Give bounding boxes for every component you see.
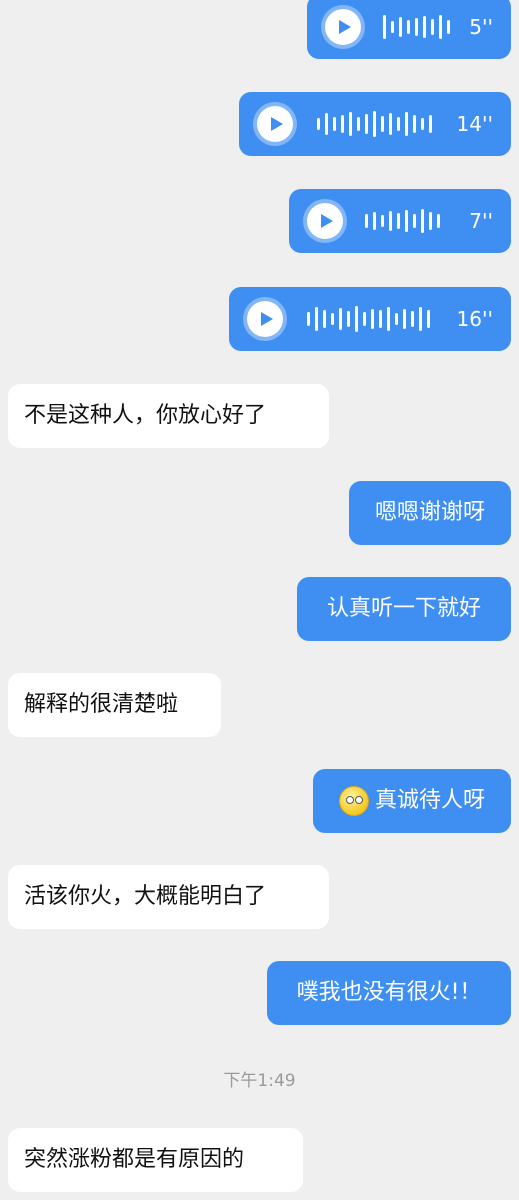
chat-thread: 5'' 14'' 7'' 16'' 不是这种人，你放心好了 嗯嗯谢谢呀 认真听一… — [0, 0, 519, 1200]
waveform — [383, 0, 450, 59]
voice-duration: 14'' — [456, 112, 493, 136]
outgoing-message[interactable]: 嗯嗯谢谢呀 — [349, 481, 511, 545]
play-icon[interactable] — [325, 9, 361, 45]
rolling-eyes-emoji-icon — [338, 786, 369, 816]
message-text: 噗我也没有很火!！ — [296, 980, 482, 1005]
play-icon[interactable] — [307, 203, 343, 239]
message-text: 不是这种人，你放心好了 — [24, 403, 267, 428]
voice-duration: 7'' — [469, 209, 493, 233]
play-icon[interactable] — [257, 106, 293, 142]
waveform — [307, 287, 430, 351]
voice-message[interactable]: 5'' — [307, 0, 511, 59]
message-text: 活该你火，大概能明白了 — [24, 884, 267, 909]
outgoing-message[interactable]: 噗我也没有很火!！ — [267, 961, 511, 1025]
incoming-message[interactable]: 解释的很清楚啦 — [8, 673, 221, 737]
timestamp: 下午1:49 — [223, 1071, 296, 1091]
voice-duration: 16'' — [456, 307, 493, 331]
waveform — [365, 189, 440, 253]
message-text: 突然涨粉都是有原因的 — [24, 1147, 245, 1172]
voice-message[interactable]: 7'' — [289, 189, 511, 253]
voice-duration: 5'' — [469, 15, 493, 39]
incoming-message[interactable]: 不是这种人，你放心好了 — [8, 384, 329, 448]
message-text: 解释的很清楚啦 — [24, 692, 179, 717]
incoming-message[interactable]: 突然涨粉都是有原因的 — [8, 1128, 303, 1192]
outgoing-message[interactable]: 真诚待人呀 — [313, 769, 511, 833]
incoming-message[interactable]: 活该你火，大概能明白了 — [8, 865, 329, 929]
waveform — [317, 92, 432, 156]
voice-message[interactable]: 16'' — [229, 287, 511, 351]
voice-message[interactable]: 14'' — [239, 92, 511, 156]
message-text: 真诚待人呀 — [374, 788, 485, 813]
message-text: 嗯嗯谢谢呀 — [374, 500, 485, 525]
message-text: 认真听一下就好 — [326, 596, 481, 621]
play-icon[interactable] — [247, 301, 283, 337]
outgoing-message[interactable]: 认真听一下就好 — [297, 577, 511, 641]
